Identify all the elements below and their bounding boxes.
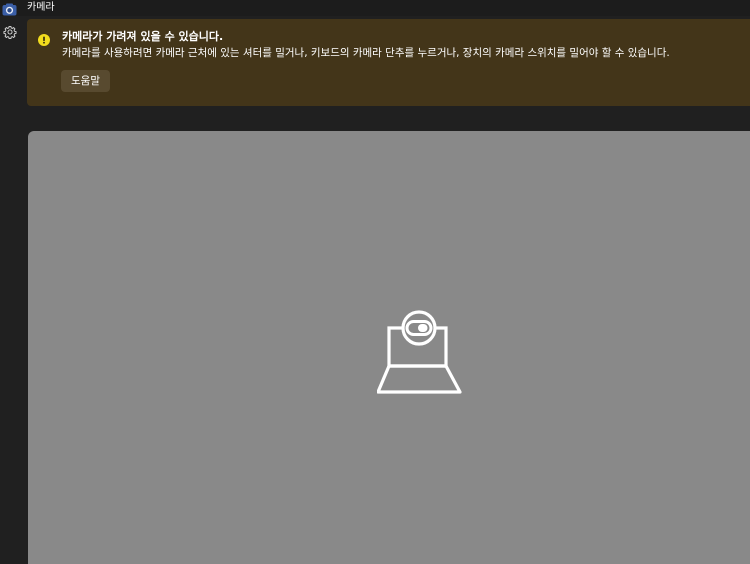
gear-icon bbox=[2, 24, 17, 43]
banner-message: 카메라를 사용하려면 카메라 근처에 있는 셔터를 밀거나, 키보드의 카메라 … bbox=[62, 47, 670, 59]
settings-button[interactable] bbox=[1, 25, 18, 42]
title-bar: 카메라 bbox=[0, 0, 750, 16]
camera-preview bbox=[28, 131, 750, 564]
warning-icon bbox=[38, 31, 50, 46]
camera-app-window: 카메라 카메라가 가려져 있을 수 있습니다. 카메라를 사용하려면 카메라 근… bbox=[0, 0, 750, 564]
camera-app-icon bbox=[2, 1, 17, 16]
camera-shutter-closed-icon bbox=[376, 310, 463, 395]
camera-covered-banner: 카메라가 가려져 있을 수 있습니다. 카메라를 사용하려면 카메라 근처에 있… bbox=[27, 19, 750, 106]
window-title: 카메라 bbox=[27, 2, 55, 13]
banner-title: 카메라가 가려져 있을 수 있습니다. bbox=[62, 30, 224, 43]
help-button[interactable]: 도움말 bbox=[61, 70, 110, 92]
